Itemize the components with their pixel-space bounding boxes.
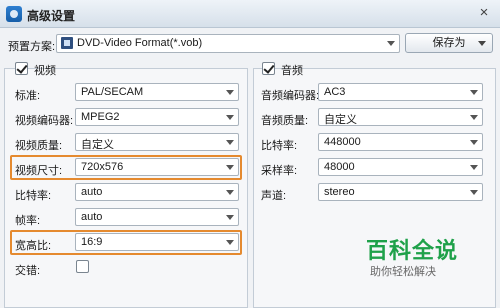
audio-bitrate-label: 比特率: (261, 140, 298, 152)
chevron-down-icon (226, 165, 234, 170)
audio-bitrate-value: 448000 (324, 136, 361, 148)
video-encoder-label: 视频编码器: (15, 115, 74, 127)
channels-select[interactable]: stereo (318, 183, 483, 201)
samplerate-value: 48000 (324, 161, 355, 173)
file-icon (61, 37, 73, 49)
preset-select[interactable]: DVD-Video Format(*.vob) (56, 34, 400, 53)
channels-label: 声道: (261, 190, 287, 202)
chevron-down-icon (387, 41, 395, 46)
samplerate-select[interactable]: 48000 (318, 158, 483, 176)
window-title: 高级设置 (27, 9, 76, 23)
chevron-down-icon (226, 215, 234, 220)
audio-encoder-value: AC3 (324, 86, 346, 98)
title-bar: 高级设置 × (0, 0, 500, 28)
chevron-down-icon (470, 90, 478, 95)
audio-enable-checkbox[interactable] (262, 62, 275, 75)
video-encoder-value: MPEG2 (81, 111, 120, 123)
audio-bitrate-select[interactable]: 448000 (318, 133, 483, 151)
interlace-checkbox[interactable] (76, 260, 89, 273)
audio-quality-label: 音频质量: (261, 115, 309, 127)
interlace-label: 交错: (15, 265, 41, 277)
video-size-select[interactable]: 720x576 (75, 158, 239, 176)
video-encoder-select[interactable]: MPEG2 (75, 108, 239, 126)
save-as-button[interactable]: 保存为 (405, 33, 493, 53)
video-quality-label: 视频质量: (15, 140, 63, 152)
audio-section-title: 音频 (281, 65, 303, 77)
preset-value: DVD-Video Format(*.vob) (77, 37, 203, 49)
video-bitrate-label: 比特率: (15, 190, 52, 202)
video-quality-value: 自定义 (81, 139, 114, 151)
aspect-label: 宽高比: (15, 240, 52, 252)
preset-label: 预置方案: (8, 41, 56, 53)
chevron-down-icon (470, 165, 478, 170)
save-as-label: 保存为 (432, 37, 466, 49)
video-quality-select[interactable]: 自定义 (75, 133, 239, 151)
standard-value: PAL/SECAM (81, 86, 144, 98)
watermark-subtitle: 助你轻松解决 (370, 266, 436, 278)
chevron-down-icon (226, 90, 234, 95)
chevron-down-icon (478, 41, 486, 46)
chevron-down-icon (470, 190, 478, 195)
aspect-select[interactable]: 16:9 (75, 233, 239, 251)
chevron-down-icon (470, 115, 478, 120)
chevron-down-icon (226, 140, 234, 145)
chevron-down-icon (470, 140, 478, 145)
chevron-down-icon (226, 190, 234, 195)
aspect-value: 16:9 (81, 236, 103, 248)
video-size-label: 视频尺寸: (15, 165, 63, 177)
app-icon (6, 6, 22, 22)
audio-quality-value: 自定义 (324, 114, 357, 126)
framerate-label: 帧率: (15, 215, 41, 227)
channels-value: stereo (324, 186, 355, 198)
audio-quality-select[interactable]: 自定义 (318, 108, 483, 126)
standard-label: 标准: (15, 90, 41, 102)
video-size-value: 720x576 (81, 161, 124, 173)
standard-select[interactable]: PAL/SECAM (75, 83, 239, 101)
video-section-title: 视频 (34, 65, 56, 77)
watermark-title: 百科全说 (366, 238, 459, 263)
close-button[interactable]: × (474, 4, 494, 22)
video-bitrate-select[interactable]: auto (75, 183, 239, 201)
chevron-down-icon (226, 115, 234, 120)
video-bitrate-value: auto (81, 186, 103, 198)
framerate-select[interactable]: auto (75, 208, 239, 226)
audio-encoder-label: 音频编码器: (261, 90, 320, 102)
framerate-value: auto (81, 211, 103, 223)
video-enable-checkbox[interactable] (15, 62, 28, 75)
audio-encoder-select[interactable]: AC3 (318, 83, 483, 101)
samplerate-label: 采样率: (261, 165, 298, 177)
chevron-down-icon (226, 240, 234, 245)
